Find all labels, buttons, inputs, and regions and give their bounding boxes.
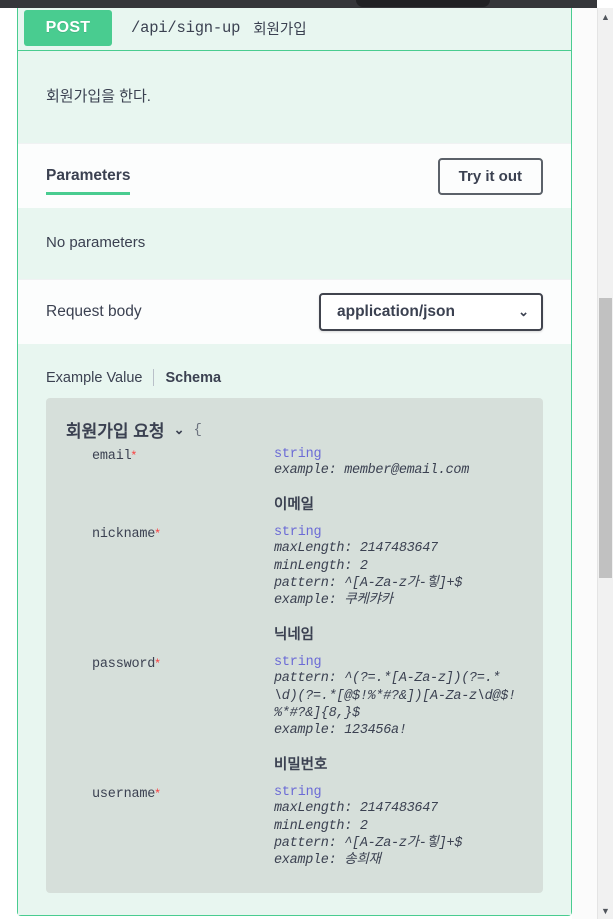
operation-path: /api/sign-up bbox=[131, 19, 241, 37]
property-description: 닉네임 bbox=[274, 627, 315, 644]
property-name: username* bbox=[92, 785, 274, 802]
model-open-brace: { bbox=[193, 421, 202, 438]
request-body-header-row: Request body application/json ⌄ bbox=[18, 279, 571, 344]
no-parameters-text: No parameters bbox=[18, 208, 571, 279]
tab-example-value[interactable]: Example Value bbox=[46, 370, 142, 386]
model-property-row: email* string example: member@email.com … bbox=[66, 447, 523, 520]
property-name-text: username bbox=[92, 787, 156, 803]
model-title-row[interactable]: 회원가입 요청 ⌄ { bbox=[66, 417, 523, 442]
property-type: string bbox=[274, 655, 322, 671]
page-right-gutter bbox=[572, 8, 597, 919]
property-name-text: password bbox=[92, 657, 156, 673]
property-type: string bbox=[274, 785, 322, 801]
example-schema-tabs: Example Value Schema bbox=[18, 344, 571, 398]
tab-schema[interactable]: Schema bbox=[165, 370, 221, 386]
required-marker: * bbox=[155, 786, 160, 801]
property-detail: string pattern: ^(?=.*[A-Za-z])(?=.*\d)(… bbox=[274, 655, 523, 780]
vertical-scrollbar[interactable]: ▲ ▼ bbox=[597, 8, 613, 919]
property-constraints: maxLength: 2147483647 minLength: 2 patte… bbox=[274, 541, 463, 609]
property-constraints: pattern: ^(?=.*[A-Za-z])(?=.*\d)(?=.*[@$… bbox=[274, 671, 516, 739]
scroll-down-arrow-icon[interactable]: ▼ bbox=[598, 902, 613, 919]
chevron-down-icon: ⌄ bbox=[518, 304, 529, 319]
model-title: 회원가입 요청 bbox=[66, 422, 165, 441]
required-marker: * bbox=[155, 526, 160, 541]
property-detail: string maxLength: 2147483647 minLength: … bbox=[274, 525, 523, 650]
content-type-select[interactable]: application/json ⌄ bbox=[319, 293, 543, 331]
browser-chrome-bar bbox=[0, 0, 597, 8]
property-detail: string example: member@email.com 이메일 bbox=[274, 447, 523, 520]
property-constraints: maxLength: 2147483647 minLength: 2 patte… bbox=[274, 801, 463, 869]
property-constraints: example: member@email.com bbox=[274, 463, 470, 478]
operation-description: 회원가입을 한다. bbox=[46, 88, 151, 105]
scroll-up-arrow-icon[interactable]: ▲ bbox=[598, 8, 613, 25]
chevron-down-icon[interactable]: ⌄ bbox=[174, 422, 185, 438]
swagger-operation-block-post-sign-up: POST /api/sign-up 회원가입 회원가입을 한다. Paramet… bbox=[17, 8, 572, 917]
property-name: nickname* bbox=[92, 525, 274, 542]
property-type: string bbox=[274, 447, 322, 462]
model-box-wrapper: 회원가입 요청 ⌄ { email* string example: membe… bbox=[18, 398, 571, 916]
operation-body: 회원가입을 한다. Parameters Try it out No param… bbox=[18, 51, 571, 916]
browser-tab[interactable] bbox=[356, 0, 490, 7]
model-property-row: password* string pattern: ^(?=.*[A-Za-z]… bbox=[66, 655, 523, 780]
property-detail: string maxLength: 2147483647 minLength: … bbox=[274, 785, 523, 869]
operation-summary-row[interactable]: POST /api/sign-up 회원가입 bbox=[18, 8, 571, 51]
property-type: string bbox=[274, 525, 322, 541]
property-description: 비밀번호 bbox=[274, 757, 328, 774]
required-marker: * bbox=[131, 448, 137, 462]
content-type-value: application/json bbox=[337, 303, 455, 320]
parameters-title: Parameters bbox=[46, 144, 131, 208]
operation-summary-label: 회원가입 bbox=[253, 21, 307, 38]
scrollbar-thumb[interactable] bbox=[599, 298, 612, 578]
http-method-badge: POST bbox=[24, 10, 112, 46]
schema-model-box: 회원가입 요청 ⌄ { email* string example: membe… bbox=[46, 398, 543, 894]
property-name: email* bbox=[92, 447, 274, 464]
parameters-header-row: Parameters Try it out bbox=[18, 143, 571, 208]
model-property-row: nickname* string maxLength: 2147483647 m… bbox=[66, 525, 523, 650]
page-scroll-container: POST /api/sign-up 회원가입 회원가입을 한다. Paramet… bbox=[0, 8, 597, 919]
tab-divider bbox=[153, 369, 155, 386]
model-property-row: username* string maxLength: 2147483647 m… bbox=[66, 785, 523, 869]
property-name-text: nickname bbox=[92, 527, 156, 543]
required-marker: * bbox=[155, 656, 160, 671]
property-name: password* bbox=[92, 655, 274, 672]
property-description: 이메일 bbox=[274, 497, 315, 514]
property-name-text: email bbox=[92, 449, 132, 464]
try-it-out-button[interactable]: Try it out bbox=[437, 157, 543, 195]
request-body-title: Request body bbox=[46, 303, 142, 320]
